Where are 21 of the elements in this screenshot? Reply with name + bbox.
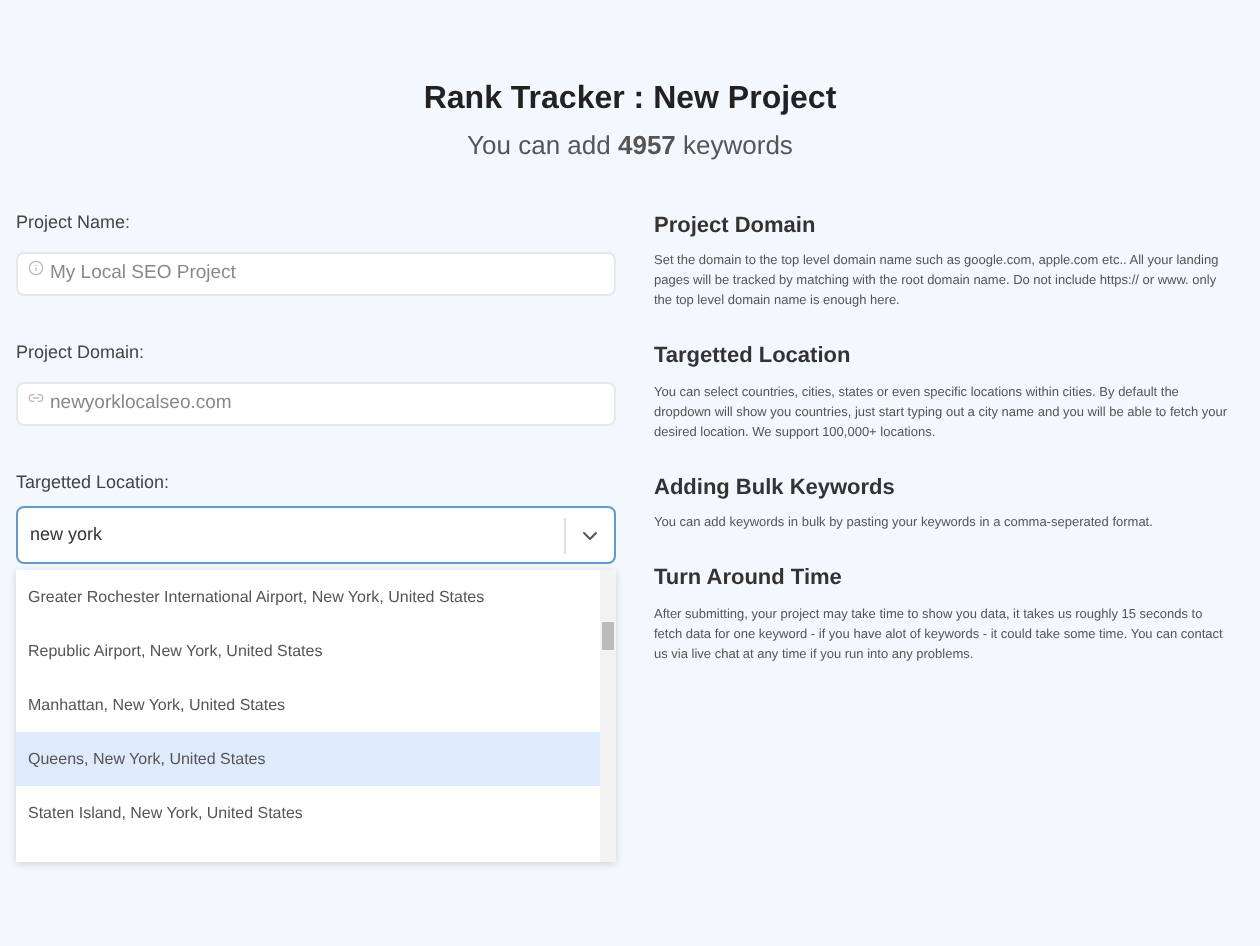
location-select[interactable]: new york [16,506,616,564]
section-heading: Turn Around Time [654,564,844,594]
select-value: new york [30,521,105,548]
field-label: Project Domain: [16,339,147,366]
section-heading: Adding Bulk Keywords [654,473,897,503]
dropdown-option[interactable]: Queens, New York, United States [16,732,600,786]
field-label: Targetted Location: [16,469,172,496]
field-label: Project Name: [16,209,133,236]
page-title: Rank Tracker : New Project [423,80,837,120]
input-field[interactable]: My Local SEO Project [16,251,616,295]
dropdown-option[interactable]: Staten Island, New York, United States [16,786,600,840]
page-subtitle: You can add 4957 keywords [467,128,793,164]
scrollbar[interactable] [600,570,616,862]
link-icon [28,390,44,406]
section-heading: Targetted Location [654,342,853,372]
input-field[interactable]: newyorklocalseo.com [16,381,616,425]
dropdown-option[interactable]: Republic Airport, New York, United States [16,624,600,678]
dropdown-option[interactable]: Greater Rochester International Airport, New York, United States [16,570,600,624]
dropdown-option[interactable]: Manhattan, New York, United States [16,678,600,732]
section-heading: Project Domain [654,211,818,241]
info-icon [28,260,44,276]
